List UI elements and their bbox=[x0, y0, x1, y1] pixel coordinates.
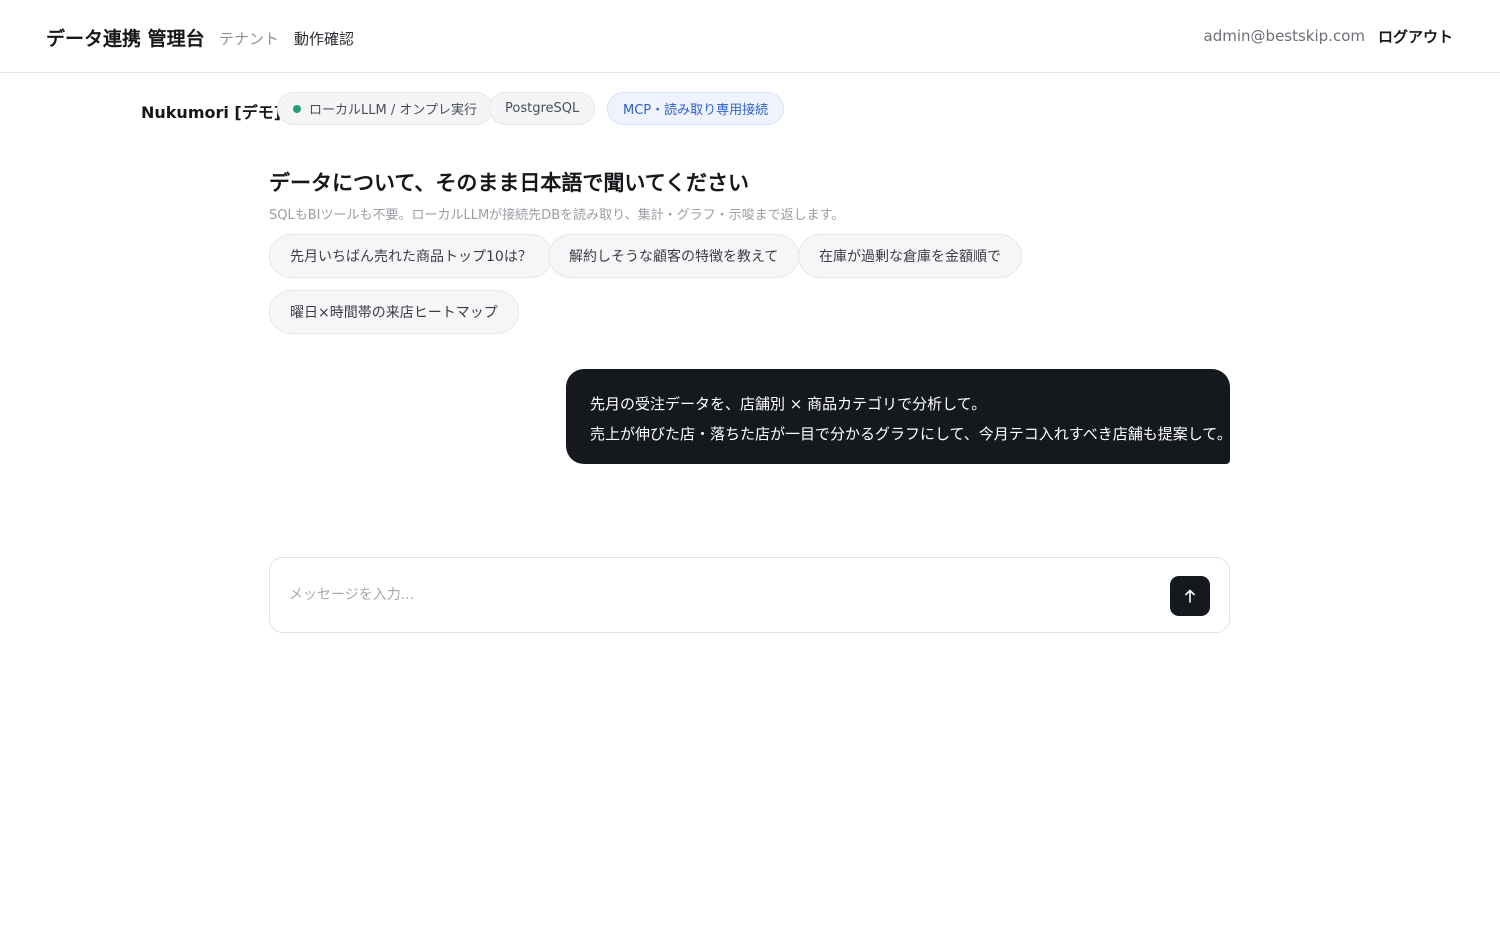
nav-link-tenants[interactable]: テナント bbox=[219, 28, 279, 49]
send-button[interactable] bbox=[1170, 576, 1210, 616]
arrow-up-icon bbox=[1184, 589, 1196, 603]
top-bar: データ連携 管理台 テナント 動作確認 admin@bestskip.com ロ… bbox=[0, 0, 1500, 73]
user-message-bubble: 先月の受注データを、店舗別 × 商品カテゴリで分析して。 売上が伸びた店・落ちた… bbox=[566, 369, 1232, 464]
logout-button[interactable]: ログアウト bbox=[1378, 26, 1453, 47]
tenant-name: Nukumori [デモ] bbox=[141, 103, 282, 122]
app-title: データ連携 管理台 bbox=[46, 28, 205, 50]
database-chip: PostgreSQL bbox=[489, 92, 596, 125]
message-input[interactable] bbox=[289, 580, 1149, 610]
message-composer bbox=[269, 557, 1230, 633]
nav-link-check[interactable]: 動作確認 bbox=[294, 28, 354, 49]
user-email: admin@bestskip.com bbox=[1203, 27, 1365, 45]
mcp-chip-label: MCP・読み取り専用接続 bbox=[623, 103, 769, 118]
status-dot-icon bbox=[293, 104, 301, 113]
database-chip-label: PostgreSQL bbox=[505, 101, 580, 116]
message-line: 売上が伸びた店・落ちた店が一目で分かるグラフにして、今月テコ入れすべき店舗も提案… bbox=[590, 425, 1232, 443]
llm-chip-label: ローカルLLM / オンプレ実行 bbox=[309, 103, 477, 118]
hero-title: データについて、そのまま日本語で聞いてください bbox=[269, 171, 750, 195]
suggestion-chip[interactable]: 解約しそうな顧客の特徴を教えて bbox=[548, 234, 800, 278]
suggestion-chip[interactable]: 先月いちばん売れた商品トップ10は？ bbox=[269, 234, 553, 278]
suggestion-chip[interactable]: 在庫が過剰な倉庫を金額順で bbox=[798, 234, 1022, 278]
mcp-connection-chip: MCP・読み取り専用接続 bbox=[607, 92, 785, 125]
suggestion-chip[interactable]: 曜日×時間帯の来店ヒートマップ bbox=[269, 290, 519, 334]
hero-subtitle: SQLもBIツールも不要。ローカルLLMが接続先DBを読み取り、集計・グラフ・示… bbox=[269, 208, 845, 223]
message-line: 先月の受注データを、店舗別 × 商品カテゴリで分析して。 bbox=[590, 395, 987, 413]
llm-status-chip: ローカルLLM / オンプレ実行 bbox=[277, 92, 493, 125]
